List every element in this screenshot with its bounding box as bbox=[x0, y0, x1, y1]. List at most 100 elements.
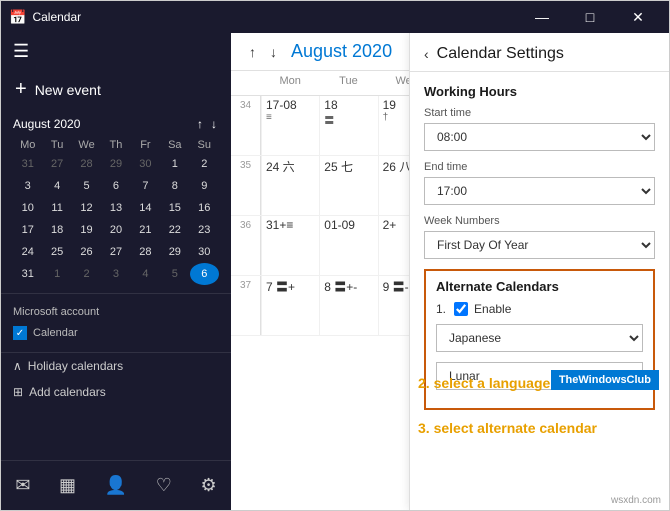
sidebar-top: ☰ bbox=[1, 33, 231, 70]
mini-cal-day[interactable]: 4 bbox=[42, 175, 71, 197]
heart-icon[interactable]: ♡ bbox=[148, 471, 180, 500]
sidebar-bottom: ✉ ▦ 👤 ♡ ⚙ bbox=[1, 460, 231, 510]
mini-cal-day[interactable]: 6 bbox=[101, 175, 130, 197]
settings-header: ‹ Calendar Settings bbox=[410, 33, 669, 72]
close-button[interactable]: ✕ bbox=[615, 1, 661, 33]
mini-cal-day[interactable]: 3 bbox=[101, 263, 130, 285]
mini-cal-day[interactable]: 27 bbox=[42, 153, 71, 175]
calendar-day[interactable]: 18〓 bbox=[319, 96, 377, 155]
settings-panel: ‹ Calendar Settings Working Hours Start … bbox=[409, 33, 669, 510]
sidebar: ☰ + New event August 2020 ↑ ↓ bbox=[1, 33, 231, 510]
mini-cal-day[interactable]: 17 bbox=[13, 219, 42, 241]
mini-cal-day[interactable]: 19 bbox=[72, 219, 101, 241]
calendar-day[interactable]: 8 〓+- bbox=[319, 276, 377, 335]
mini-cal-day[interactable]: 25 bbox=[42, 241, 71, 263]
start-time-select[interactable]: 08:00 bbox=[424, 123, 655, 151]
language-select[interactable]: Japanese Chinese (Simplified) Chinese (T… bbox=[436, 324, 643, 352]
mini-cal-next-button[interactable]: ↓ bbox=[209, 117, 219, 131]
week-numbers-select[interactable]: First Day Of Year Off First Full Week Fi… bbox=[424, 231, 655, 259]
start-time-label: Start time bbox=[424, 107, 655, 119]
maximize-button[interactable]: □ bbox=[567, 1, 613, 33]
mini-cal-day[interactable]: 16 bbox=[190, 197, 219, 219]
mini-cal-day[interactable]: 4 bbox=[131, 263, 160, 285]
mini-cal-day[interactable]: 22 bbox=[160, 219, 189, 241]
enable-checkbox[interactable] bbox=[454, 302, 468, 316]
mini-cal-day[interactable]: 24 bbox=[13, 241, 42, 263]
day-number: 17-08 bbox=[266, 98, 315, 112]
mini-cal-day[interactable]: 6 bbox=[190, 263, 219, 285]
mini-cal-day[interactable]: 31 bbox=[13, 153, 42, 175]
mini-cal-day[interactable]: 28 bbox=[72, 153, 101, 175]
mini-cal-day[interactable]: 18 bbox=[42, 219, 71, 241]
mini-cal-day[interactable]: 8 bbox=[160, 175, 189, 197]
mini-cal-day[interactable]: 1 bbox=[160, 153, 189, 175]
sidebar-account-section: Microsoft account ✓ Calendar bbox=[1, 293, 231, 352]
mini-cal-day[interactable]: 9 bbox=[190, 175, 219, 197]
calendar-type-select[interactable]: Lunar Lunisolar Gregorian bbox=[436, 362, 643, 390]
calendar-day[interactable]: 25 七 bbox=[319, 156, 377, 215]
settings-icon[interactable]: ⚙ bbox=[192, 471, 224, 500]
mini-cal-day[interactable]: 26 bbox=[72, 241, 101, 263]
minimize-button[interactable]: — bbox=[519, 1, 565, 33]
mini-cal-day[interactable]: 11 bbox=[42, 197, 71, 219]
mini-cal-day[interactable]: 7 bbox=[131, 175, 160, 197]
new-event-label: New event bbox=[35, 82, 101, 98]
mini-cal-day[interactable]: 28 bbox=[131, 241, 160, 263]
main-calendar-area: ↑ ↓ August 2020 Mon Tue Wed Thu Fri Sat … bbox=[231, 33, 669, 510]
day-content: 〓 bbox=[324, 112, 373, 127]
weekday-tue: Tue bbox=[319, 71, 377, 91]
settings-back-button[interactable]: ‹ bbox=[424, 46, 429, 62]
mini-cal-day[interactable]: 3 bbox=[13, 175, 42, 197]
mini-cal-day[interactable]: 29 bbox=[101, 153, 130, 175]
calendar-day[interactable]: 01-09 bbox=[319, 216, 377, 275]
mini-cal-day[interactable]: 2 bbox=[190, 153, 219, 175]
mini-cal-day[interactable]: 20 bbox=[101, 219, 130, 241]
mini-cal-day[interactable]: 14 bbox=[131, 197, 160, 219]
week-num-header bbox=[231, 71, 261, 91]
main-nav-buttons: ↑ ↓ bbox=[243, 42, 283, 62]
calendar-day[interactable]: 31+≡ bbox=[261, 216, 319, 275]
mini-cal-day[interactable]: 27 bbox=[101, 241, 130, 263]
mini-cal-grid: Mo Tu We Th Fr Sa Su 3127282930123456789… bbox=[13, 137, 219, 285]
sidebar-calendar-item[interactable]: ✓ Calendar bbox=[13, 322, 219, 344]
mail-icon[interactable]: ✉ bbox=[7, 471, 38, 500]
main-next-button[interactable]: ↓ bbox=[264, 42, 283, 62]
holiday-calendars-item[interactable]: ∧ Holiday calendars bbox=[1, 352, 231, 379]
mini-cal-day[interactable]: 5 bbox=[160, 263, 189, 285]
calendar-day[interactable]: 7 〓+ bbox=[261, 276, 319, 335]
day-number: 18 bbox=[324, 98, 373, 112]
calendar-day[interactable]: 17-08≡ bbox=[261, 96, 319, 155]
mini-cal-prev-button[interactable]: ↑ bbox=[195, 117, 205, 131]
end-time-select[interactable]: 17:00 bbox=[424, 177, 655, 205]
mini-cal-day[interactable]: 23 bbox=[190, 219, 219, 241]
mini-cal-day[interactable]: 30 bbox=[190, 241, 219, 263]
mini-cal-day[interactable]: 13 bbox=[101, 197, 130, 219]
add-calendars-item[interactable]: ⊞ Add calendars bbox=[1, 379, 231, 405]
week-numbers-label: Week Numbers bbox=[424, 215, 655, 227]
calendar-checkbox[interactable]: ✓ bbox=[13, 326, 27, 340]
calendar-day[interactable]: 24 六 bbox=[261, 156, 319, 215]
mini-cal-weekday-su: Su bbox=[190, 137, 219, 153]
calendar-view-icon[interactable]: ▦ bbox=[51, 471, 84, 500]
mini-cal-nav: ↑ ↓ bbox=[195, 117, 219, 131]
main-month-title: August 2020 bbox=[291, 41, 392, 62]
new-event-button[interactable]: + New event bbox=[1, 70, 231, 109]
mini-cal-weekday-we: We bbox=[72, 137, 101, 153]
main-prev-button[interactable]: ↑ bbox=[243, 42, 262, 62]
mini-cal-day[interactable]: 21 bbox=[131, 219, 160, 241]
enable-label: Enable bbox=[474, 302, 511, 316]
hamburger-icon[interactable]: ☰ bbox=[13, 41, 29, 62]
mini-cal-day[interactable]: 5 bbox=[72, 175, 101, 197]
mini-cal-day[interactable]: 31 bbox=[13, 263, 42, 285]
mini-cal-day[interactable]: 2 bbox=[72, 263, 101, 285]
mini-cal-day[interactable]: 29 bbox=[160, 241, 189, 263]
step1-label: 1. bbox=[436, 302, 446, 316]
mini-cal-day[interactable]: 12 bbox=[72, 197, 101, 219]
mini-cal-day[interactable]: 15 bbox=[160, 197, 189, 219]
app-body: ☰ + New event August 2020 ↑ ↓ bbox=[1, 33, 669, 510]
mini-cal-day[interactable]: 1 bbox=[42, 263, 71, 285]
mini-cal-day[interactable]: 30 bbox=[131, 153, 160, 175]
people-icon[interactable]: 👤 bbox=[97, 471, 135, 500]
mini-cal-day[interactable]: 10 bbox=[13, 197, 42, 219]
sidebar-account: Microsoft account bbox=[13, 302, 219, 322]
